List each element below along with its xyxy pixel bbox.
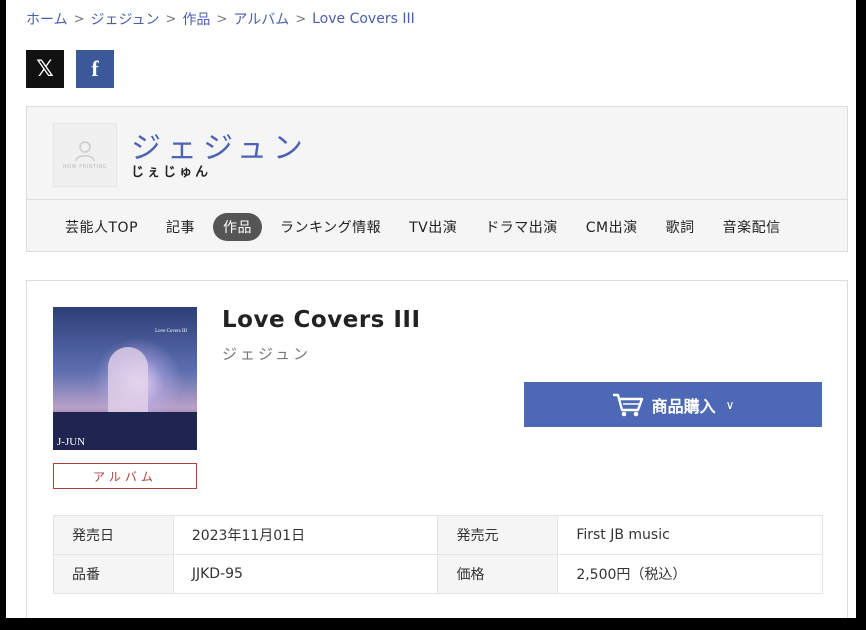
breadcrumb-home[interactable]: ホーム bbox=[26, 9, 68, 29]
divider bbox=[27, 199, 847, 200]
nav-music[interactable]: 音楽配信 bbox=[713, 213, 791, 241]
price-label: 価格 bbox=[437, 554, 559, 594]
breadcrumb-works[interactable]: 作品 bbox=[182, 9, 210, 29]
facebook-icon: f bbox=[91, 56, 99, 81]
nav-tv[interactable]: TV出演 bbox=[399, 213, 467, 241]
facebook-share-button[interactable]: f bbox=[76, 50, 114, 88]
nav-lyrics[interactable]: 歌詞 bbox=[656, 213, 705, 241]
nav-cm[interactable]: CM出演 bbox=[576, 213, 648, 241]
chevron-right-icon: > bbox=[295, 11, 307, 27]
nav-drama[interactable]: ドラマ出演 bbox=[475, 213, 568, 241]
chevron-right-icon: > bbox=[165, 11, 177, 27]
breadcrumb: ホーム > ジェジュン > 作品 > アルバム > Love Covers II… bbox=[26, 9, 415, 29]
nav-ranking[interactable]: ランキング情報 bbox=[270, 213, 391, 241]
nav-top[interactable]: 芸能人TOP bbox=[55, 213, 148, 241]
breadcrumb-album[interactable]: アルバム bbox=[233, 9, 289, 29]
breadcrumb-current: Love Covers III bbox=[312, 11, 415, 27]
x-share-button[interactable]: 𝕏 bbox=[26, 50, 64, 88]
breadcrumb-artist[interactable]: ジェジュン bbox=[91, 9, 160, 29]
chevron-right-icon: > bbox=[73, 11, 85, 27]
cover-tag: J-JUN bbox=[57, 436, 86, 448]
release-date-label: 発売日 bbox=[53, 515, 174, 555]
chevron-right-icon: > bbox=[216, 11, 228, 27]
nav-articles[interactable]: 記事 bbox=[156, 213, 205, 241]
buy-button-label: 商品購入 bbox=[651, 396, 716, 416]
catalog-label: 品番 bbox=[53, 554, 174, 594]
table-row: 品番 JJKD-95 価格 2,500円（税込） bbox=[53, 554, 823, 594]
chevron-down-icon: ∨ bbox=[725, 397, 735, 412]
artist-header: NOW PRINTING ジェジュン じぇじゅん 芸能人TOP 記事 作品 ラン… bbox=[26, 106, 848, 252]
table-row: 発売日 2023年11月01日 発売元 First JB music bbox=[53, 515, 823, 555]
product-artist[interactable]: ジェジュン bbox=[222, 343, 311, 364]
price-value: 2,500円（税込） bbox=[557, 554, 823, 594]
product-title: Love Covers III bbox=[222, 307, 421, 333]
person-icon bbox=[75, 141, 95, 162]
product-card: Love Covers III J-JUN アルバム Love Covers I… bbox=[26, 280, 848, 618]
product-details-table: 発売日 2023年11月01日 発売元 First JB music 品番 JJ… bbox=[53, 515, 823, 594]
artist-nav: 芸能人TOP 記事 作品 ランキング情報 TV出演 ドラマ出演 CM出演 歌詞 … bbox=[55, 213, 799, 241]
cart-icon bbox=[612, 393, 643, 416]
page-frame: ホーム > ジェジュン > 作品 > アルバム > Love Covers II… bbox=[6, 0, 856, 618]
album-cover[interactable]: Love Covers III J-JUN bbox=[53, 307, 197, 450]
nav-works[interactable]: 作品 bbox=[213, 213, 263, 241]
type-badge: アルバム bbox=[53, 463, 197, 489]
avatar-caption: NOW PRINTING bbox=[62, 164, 108, 170]
x-icon: 𝕏 bbox=[36, 56, 54, 82]
artist-kana: じぇじゅん bbox=[131, 165, 212, 180]
social-share: 𝕏 f bbox=[26, 50, 114, 88]
publisher-value: First JB music bbox=[557, 515, 823, 555]
release-date-value: 2023年11月01日 bbox=[172, 515, 439, 555]
buy-button[interactable]: 商品購入 ∨ bbox=[524, 382, 822, 427]
catalog-value: JJKD-95 bbox=[172, 554, 439, 594]
cover-small-title: Love Covers III bbox=[155, 329, 187, 334]
publisher-label: 発売元 bbox=[437, 515, 559, 555]
avatar: NOW PRINTING bbox=[53, 123, 117, 187]
